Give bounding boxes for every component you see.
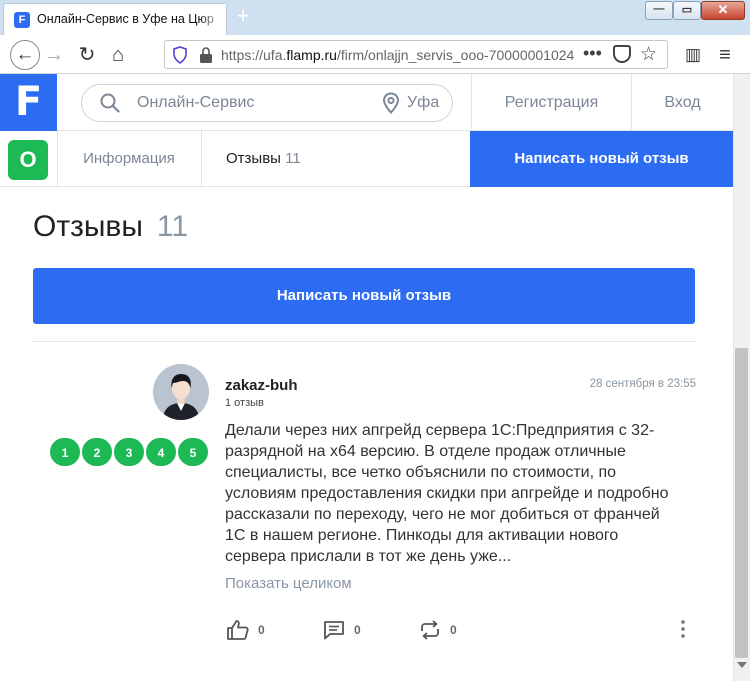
firm-avatar-badge[interactable]: О bbox=[8, 140, 48, 180]
flamp-favicon-icon: F bbox=[14, 12, 30, 28]
library-icon[interactable]: ▥ bbox=[681, 43, 705, 67]
review-date[interactable]: 28 сентября в 23:55 bbox=[540, 378, 696, 390]
section-divider bbox=[33, 341, 695, 342]
flamp-logo[interactable]: F bbox=[0, 74, 57, 131]
tab-reviews-count: 11 bbox=[285, 150, 301, 167]
rating-star-3: 3 bbox=[113, 437, 145, 467]
window-maximize-button[interactable]: ▭ bbox=[673, 1, 701, 20]
browser-tab[interactable]: F Онлайн-Сервис в Уфе на Цюр bbox=[3, 3, 227, 35]
maximize-icon: ▭ bbox=[681, 4, 693, 16]
rating-star-4: 4 bbox=[145, 437, 177, 467]
login-link[interactable]: Вход bbox=[631, 74, 733, 131]
author-review-count: 1 отзыв bbox=[225, 397, 264, 409]
like-count: 0 bbox=[258, 623, 265, 637]
address-bar[interactable]: https://ufa.flamp.ru/firm/onlajjn_servis… bbox=[164, 40, 668, 69]
site-header: F Уфа Регистрация Вход bbox=[0, 74, 733, 131]
comment-icon bbox=[324, 621, 344, 640]
user-avatar-icon bbox=[153, 364, 209, 420]
forward-button[interactable]: → bbox=[42, 43, 66, 67]
write-review-button[interactable]: Написать новый отзыв bbox=[33, 268, 695, 324]
register-link[interactable]: Регистрация bbox=[471, 74, 631, 131]
show-full-review-link[interactable]: Показать целиком bbox=[225, 575, 352, 592]
tracking-shield-icon[interactable] bbox=[172, 46, 188, 64]
scrollbar-thumb[interactable] bbox=[735, 348, 748, 658]
pocket-icon[interactable] bbox=[613, 45, 631, 63]
url-prefix: https://ufa. bbox=[221, 47, 287, 63]
hamburger-menu-icon[interactable]: ≡ bbox=[713, 43, 737, 67]
search-input[interactable] bbox=[137, 94, 367, 112]
comment-count: 0 bbox=[354, 623, 361, 637]
city-selector[interactable]: Уфа bbox=[407, 94, 439, 112]
tab-reviews[interactable]: Отзывы 11 bbox=[226, 131, 301, 187]
more-options-icon[interactable] bbox=[677, 618, 689, 642]
repost-icon bbox=[421, 620, 439, 640]
url-path: /firm/onlajjn_servis_ooo-70000001024 bbox=[336, 47, 575, 63]
lock-icon[interactable] bbox=[198, 46, 214, 64]
page-title-text: Отзывы bbox=[33, 210, 143, 243]
browser-titlebar: F Онлайн-Сервис в Уфе на Цюр + — ▭ ✕ bbox=[0, 0, 750, 35]
share-count: 0 bbox=[450, 623, 457, 637]
back-button[interactable]: ← bbox=[10, 40, 40, 70]
search-icon bbox=[100, 93, 120, 113]
window-close-button[interactable]: ✕ bbox=[701, 1, 745, 20]
scroll-down-arrow-icon[interactable] bbox=[737, 662, 747, 668]
review-author[interactable]: zakaz-buh bbox=[225, 377, 298, 394]
bookmark-star-icon[interactable]: ☆ bbox=[640, 43, 657, 66]
rating-star-1: 1 bbox=[49, 437, 81, 467]
page-actions-icon[interactable]: ••• bbox=[583, 43, 602, 64]
subnav-write-review-button[interactable]: Написать новый отзыв bbox=[470, 131, 733, 187]
tab-reviews-label: Отзывы bbox=[226, 150, 281, 167]
url-text[interactable]: https://ufa.flamp.ru/firm/onlajjn_servis… bbox=[221, 47, 577, 63]
avatar[interactable] bbox=[153, 364, 209, 420]
page-scrollbar[interactable] bbox=[733, 74, 750, 681]
url-domain: flamp.ru bbox=[286, 47, 337, 63]
page-title: Отзывы 11 bbox=[33, 210, 188, 244]
window-minimize-button[interactable]: — bbox=[645, 1, 673, 20]
home-button[interactable]: ⌂ bbox=[106, 43, 130, 67]
close-icon: ✕ bbox=[717, 2, 729, 17]
new-tab-button[interactable]: + bbox=[232, 5, 254, 27]
page-title-count: 11 bbox=[156, 210, 189, 243]
location-pin-icon[interactable] bbox=[381, 92, 401, 114]
tab-title-fade bbox=[198, 4, 226, 34]
firm-subnav: О Информация Отзывы 11 Написать новый от… bbox=[0, 131, 733, 187]
tab-information[interactable]: Информация bbox=[57, 131, 202, 187]
reload-button[interactable]: ↻ bbox=[75, 43, 99, 67]
rating-star-5: 5 bbox=[177, 437, 209, 467]
minimize-icon: — bbox=[653, 3, 665, 15]
search-box[interactable]: Уфа bbox=[81, 84, 453, 122]
tab-title: Онлайн-Сервис в Уфе на Цюр bbox=[37, 12, 214, 26]
rating-star-2: 2 bbox=[81, 437, 113, 467]
browser-navbar: ← → ↻ ⌂ https://ufa.flamp.ru/firm/onlajj… bbox=[0, 35, 750, 74]
review-text: Делали через них апгрейд сервера 1С:Пред… bbox=[225, 422, 669, 565]
thumbs-up-icon bbox=[227, 620, 249, 640]
